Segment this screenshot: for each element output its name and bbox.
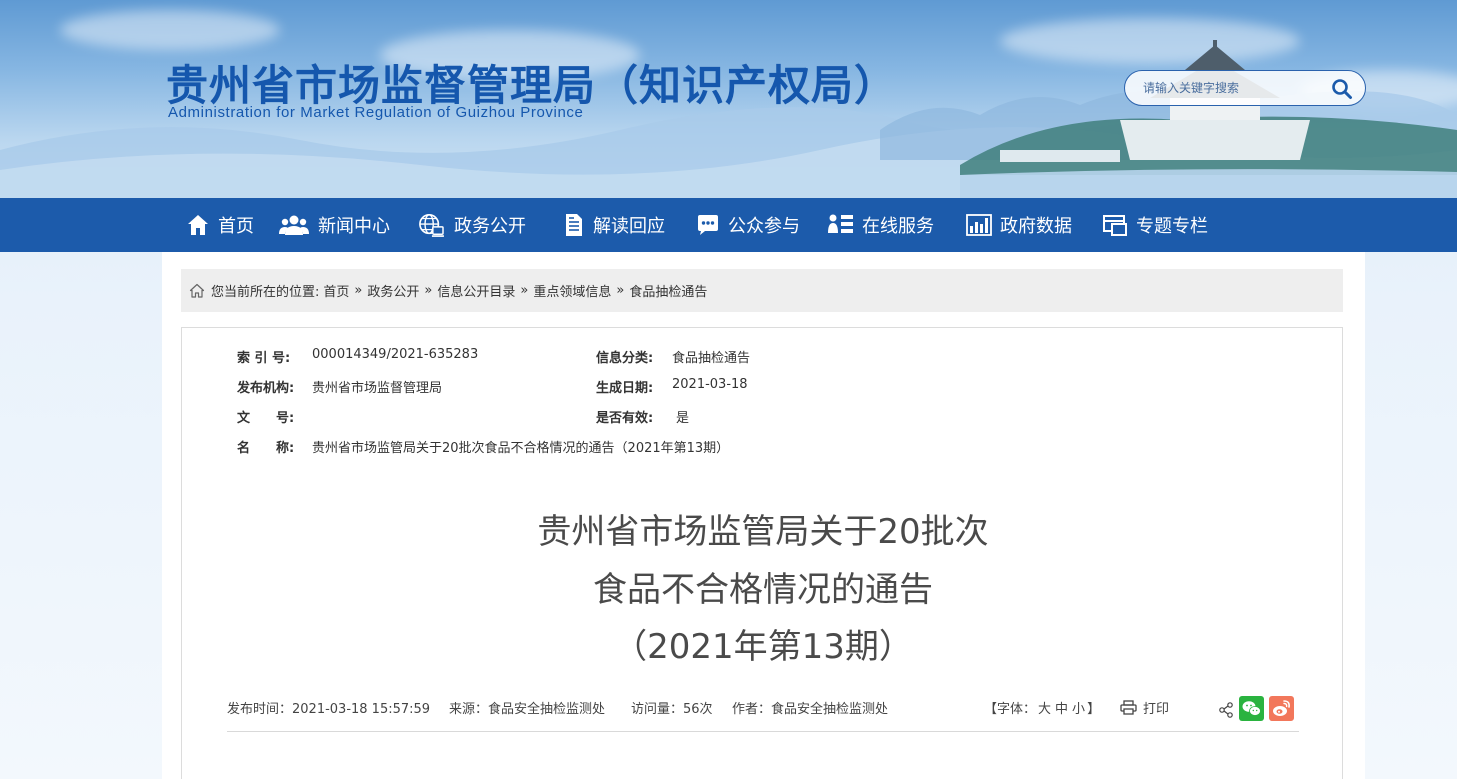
site-header: 贵州省市场监督管理局（知识产权局） Administration for Mar… [0,0,1457,198]
nav-item-label: 政务公开 [454,216,526,237]
breadcrumb-link-key-areas[interactable]: 重点领域信息 [533,281,611,300]
meta-name-label: 名 称: [237,441,295,456]
meta-docno-label: 文 号: [237,411,295,426]
chat-icon [698,215,718,235]
window-icon [1103,215,1127,236]
breadcrumb-link-gov-affairs[interactable]: 政务公开 [367,281,419,300]
view-count: 访问量：56次 [631,702,713,717]
article-info-bar: 发布时间：2021-03-18 15:57:59 来源：食品安全抽检监测处 访问… [227,696,1299,730]
font-size-control: 【字体：大中小】 [984,698,1100,717]
publish-time: 发布时间：2021-03-18 15:57:59 [227,702,431,717]
nav-item-online-service[interactable]: 在线服务 [828,198,934,252]
document-icon [566,214,582,236]
nav-item-label: 首页 [218,216,254,237]
article-title-line-1: 贵州省市场监管局关于20批次 [537,512,989,552]
article-title-line-2: 食品不合格情况的通告 [593,570,933,610]
nav-item-label: 在线服务 [862,216,934,237]
breadcrumb-separator: » [520,283,529,298]
share-icon[interactable] [1218,702,1234,718]
breadcrumb-link-home[interactable]: 首页 [323,281,349,300]
article-author: 作者：食品安全抽检监测处 [732,702,889,717]
people-icon [279,215,309,235]
font-size-small[interactable]: 小 [1072,702,1085,717]
home-icon [188,215,208,235]
font-size-medium[interactable]: 中 [1055,702,1068,717]
weibo-icon[interactable] [1269,696,1294,721]
search-icon[interactable] [1331,78,1353,100]
nav-item-special-topics[interactable]: 专题专栏 [1102,198,1208,252]
printer-icon [1120,700,1137,715]
breadcrumb-prefix: 您当前所在的位置: [211,285,320,300]
font-size-label-open: 【字体： [984,702,1037,717]
font-size-large[interactable]: 大 [1038,702,1051,717]
nav-item-label: 解读回应 [593,216,665,237]
home-outline-icon [189,283,205,298]
search-box [1124,70,1366,106]
breadcrumb-link-catalog[interactable]: 信息公开目录 [437,281,515,300]
globe-icon [419,214,444,237]
meta-index-label: 索 引 号: [237,351,291,366]
breadcrumb-separator: » [424,283,433,298]
nav-item-interpretation[interactable]: 解读回应 [561,198,665,252]
nav-item-home[interactable]: 首页 [186,198,254,252]
bar-chart-icon [966,214,992,236]
meta-valid-label: 是否有效: [596,411,654,426]
nav-item-public-participation[interactable]: 公众参与 [696,198,800,252]
nav-item-gov-data[interactable]: 政府数据 [966,198,1072,252]
nav-item-label: 公众参与 [728,216,800,237]
breadcrumb-separator: » [616,283,625,298]
service-icon [828,214,853,233]
meta-date-label: 生成日期: [596,381,654,396]
nav-item-label: 政府数据 [1000,216,1072,237]
site-subtitle-en: Administration for Market Regulation of … [168,104,584,121]
meta-date-value: 2021-03-18 [672,377,748,392]
article-title-line-3: （2021年第13期） [613,627,913,667]
meta-publisher-value: 贵州省市场监督管理局 [312,381,443,396]
nav-item-gov-affairs[interactable]: 政务公开 [416,198,526,252]
meta-index-value: 000014349/2021-635283 [312,347,479,362]
meta-valid-value: 是 [676,411,690,426]
meta-publisher-label: 发布机构: [237,381,295,396]
nav-item-news[interactable]: 新闻中心 [278,198,390,252]
print-label: 打印 [1143,702,1170,717]
main-nav: 首页 新闻中心 政务公开 解读回应 公众参与 在线服务 政府数据 专题专栏 [0,198,1457,252]
article-container: 索 引 号: 000014349/2021-635283 信息分类: 食品抽检通… [181,327,1343,779]
nav-item-label: 专题专栏 [1136,216,1208,237]
breadcrumb-link-food-inspection[interactable]: 食品抽检通告 [629,281,707,300]
print-button[interactable]: 打印 [1120,698,1169,717]
info-divider [227,731,1299,732]
article-source: 来源：食品安全抽检监测处 [449,702,606,717]
meta-category-value: 食品抽检通告 [672,351,751,366]
wechat-icon[interactable] [1239,696,1264,721]
search-input[interactable] [1143,79,1323,97]
breadcrumb: 您当前所在的位置: 首页 » 政务公开 » 信息公开目录 » 重点领域信息 » … [181,269,1343,312]
meta-name-value: 贵州省市场监管局关于20批次食品不合格情况的通告（2021年第13期） [312,441,730,456]
meta-category-label: 信息分类: [596,351,654,366]
breadcrumb-separator: » [354,283,363,298]
font-size-label-close: 】 [1087,702,1101,717]
nav-item-label: 新闻中心 [318,216,390,237]
